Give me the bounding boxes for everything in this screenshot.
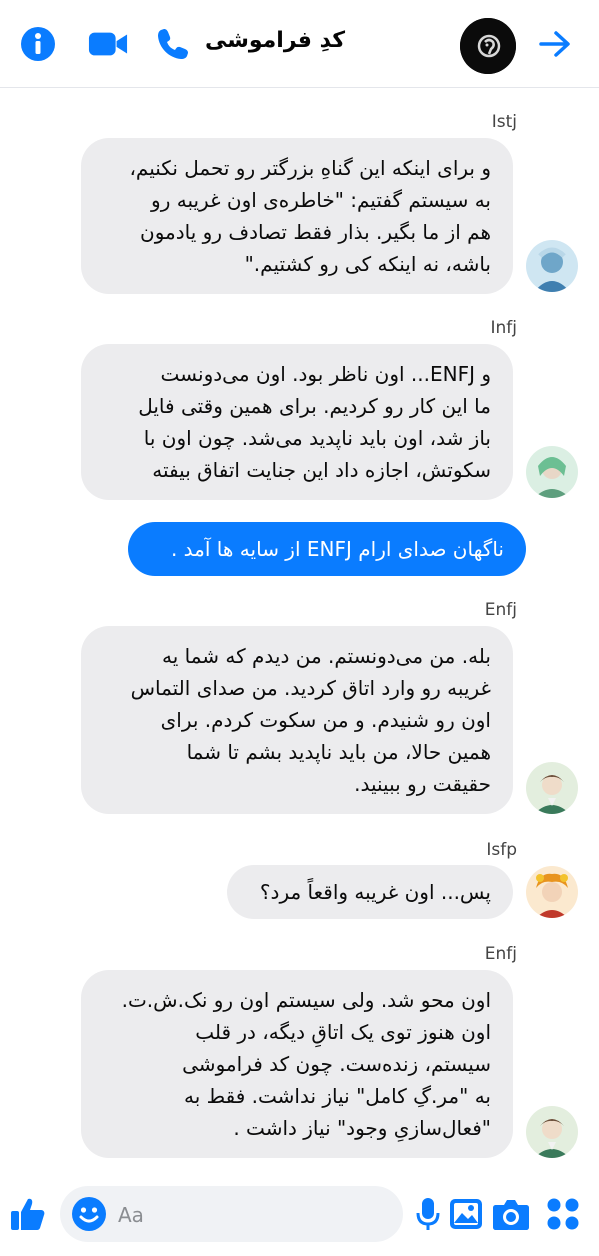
message-bubble[interactable]: اون محو شد. ولی سیستم اون رو نک.ش.ت. اون…	[81, 970, 513, 1158]
message-composer: Aa	[0, 1172, 599, 1256]
sender-name: Enfj	[484, 600, 517, 620]
forward-arrow-icon[interactable]	[535, 24, 575, 64]
sender-avatar[interactable]	[526, 446, 578, 498]
message-input[interactable]: Aa	[60, 1186, 403, 1242]
sender-name: Enfj	[484, 944, 517, 964]
message-bubble[interactable]: و برای اینکه این گناهِ بزرگتر رو تحمل نک…	[81, 138, 513, 294]
chat-avatar[interactable]	[460, 18, 516, 74]
video-call-icon[interactable]	[88, 24, 128, 64]
sender-name: Istj	[491, 112, 517, 132]
sender-avatar[interactable]	[526, 1106, 578, 1158]
sender-avatar[interactable]	[526, 866, 578, 918]
gallery-icon[interactable]	[446, 1194, 486, 1234]
sender-name: Infj	[490, 318, 518, 338]
camera-icon[interactable]	[491, 1194, 531, 1234]
chat-header: کدِ فراموشی	[0, 0, 599, 88]
sender-avatar[interactable]	[526, 762, 578, 814]
chat-title-text: کدِ فراموشی	[205, 28, 346, 53]
sender-name: Isfp	[486, 840, 517, 860]
info-icon[interactable]	[18, 24, 58, 64]
phone-call-icon[interactable]	[153, 24, 193, 64]
emoji-icon[interactable]	[69, 1194, 109, 1234]
message-bubble[interactable]: و ENFJ... اون ناظر بود. اون می‌دونست ما …	[81, 344, 513, 500]
more-apps-icon[interactable]	[543, 1194, 583, 1234]
message-bubble[interactable]: بله. من می‌دونستم. من دیدم که شما یه غری…	[81, 626, 513, 814]
message-bubble-sent[interactable]: ناگهان صدای ارام ENFJ از سایه ها آمد .	[128, 522, 526, 576]
microphone-icon[interactable]	[408, 1194, 448, 1234]
message-input-placeholder: Aa	[118, 1203, 144, 1227]
message-bubble[interactable]: پس... اون غریبه واقعاً مرد؟	[227, 865, 513, 919]
sender-avatar[interactable]	[526, 240, 578, 292]
like-icon[interactable]	[8, 1194, 48, 1234]
